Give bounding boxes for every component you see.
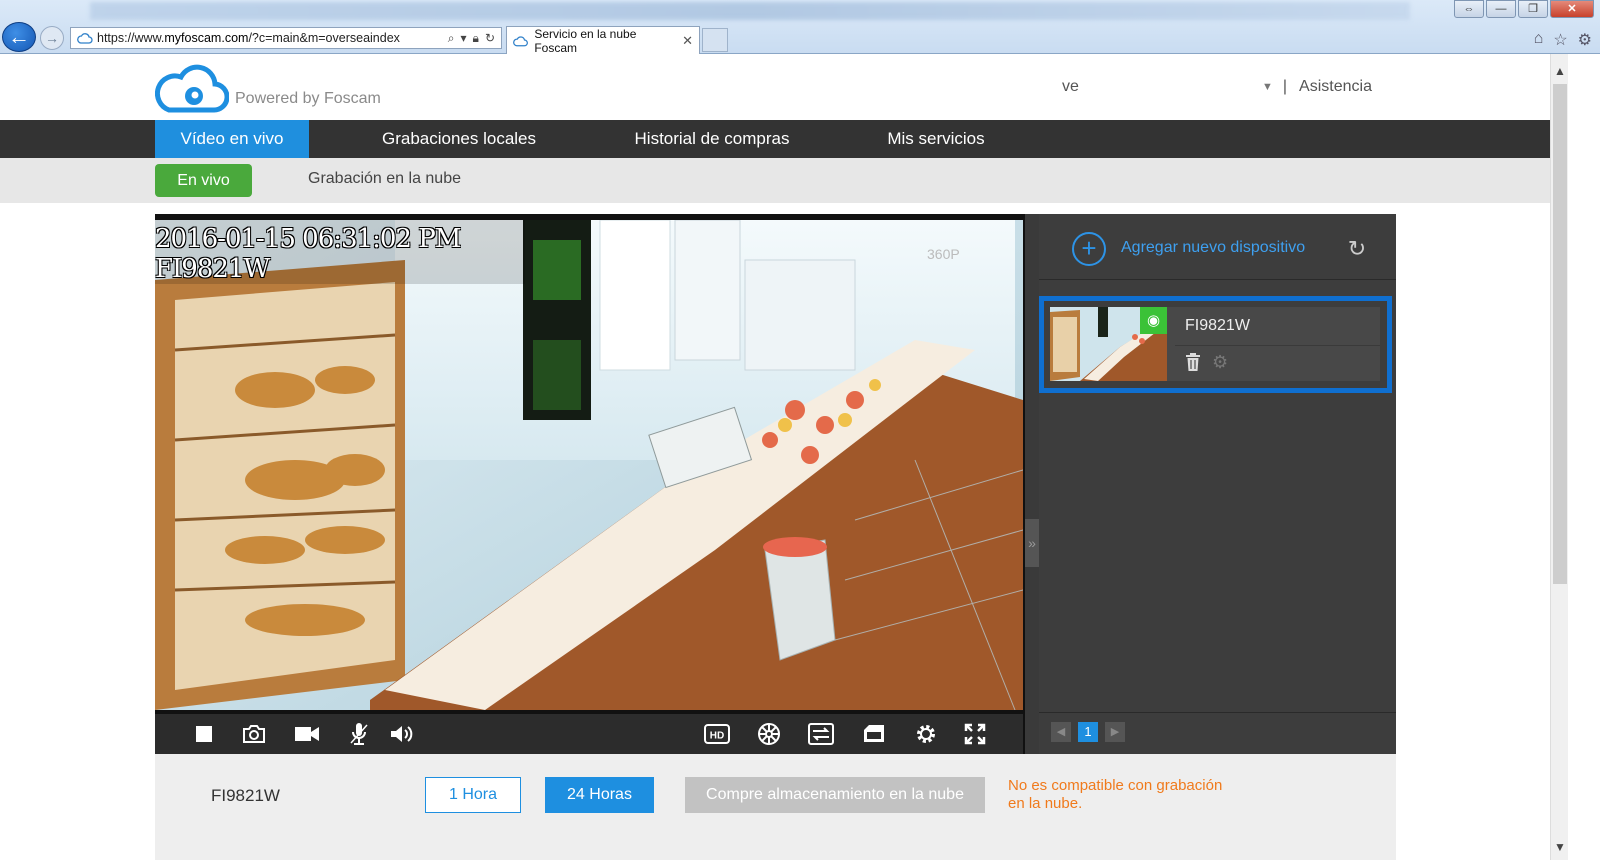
back-button[interactable]: ← (2, 22, 36, 52)
speaker-icon (391, 726, 413, 742)
stop-button[interactable] (190, 720, 218, 748)
tab-close-icon[interactable]: ✕ (682, 33, 693, 49)
flip-button[interactable] (807, 720, 835, 748)
microphone-button[interactable] (345, 720, 373, 748)
speaker-button[interactable] (388, 720, 416, 748)
url-text: https://www.myfoscam.com/?c=main&m=overs… (97, 31, 400, 45)
online-webcam-icon: ◉ (1140, 307, 1167, 334)
chevron-right-icon: » (1028, 535, 1036, 551)
cloud-tab-icon (513, 35, 528, 46)
device-card-divider (1175, 345, 1380, 346)
pager-next-button[interactable]: ▶ (1105, 722, 1125, 742)
window-edge (1568, 54, 1600, 860)
aperture-icon (758, 723, 780, 745)
selected-device-name: FI9821W (211, 786, 280, 805)
live-video-feed[interactable]: 2016-01-15 06:31:02 PM FI9821W 360P (155, 220, 1023, 710)
pager-current-page[interactable]: 1 (1078, 722, 1098, 742)
device-panel-header: + Agregar nuevo dispositivo ↻ (1039, 214, 1396, 280)
add-device-icon[interactable]: + (1072, 232, 1106, 266)
close-window-button[interactable]: ✕ (1550, 0, 1594, 18)
browser-toolbar-right: ⌂ ☆ ⚙ (1534, 30, 1592, 50)
trash-icon (1186, 353, 1200, 371)
ir-mode-button[interactable] (860, 720, 888, 748)
delete-device-button[interactable] (1185, 353, 1203, 373)
cloud-incompatible-warning: No es compatible con grabación en la nub… (1008, 777, 1223, 812)
settings-button[interactable] (912, 720, 940, 748)
buy-cloud-storage-button[interactable]: Compre almacenamiento en la nube (685, 777, 985, 813)
recording-bar: FI9821W 1 Hora 24 Horas Compre almacenam… (155, 754, 1396, 860)
device-card[interactable]: ◉ FI9821W ⚙ (1039, 296, 1392, 393)
device-card-body: ◉ FI9821W ⚙ (1050, 307, 1380, 381)
home-icon[interactable]: ⌂ (1534, 30, 1544, 50)
device-settings-gear-icon[interactable]: ⚙ (1212, 352, 1228, 373)
favorites-star-icon[interactable]: ☆ (1553, 30, 1567, 50)
flip-icon (808, 723, 834, 745)
dropdown-icon[interactable]: ▾ (461, 31, 467, 46)
panel-divider (1025, 214, 1039, 754)
cloud-favicon-icon (77, 33, 93, 44)
ir-mode-icon (864, 725, 884, 742)
address-bar[interactable]: https://www.myfoscam.com/?c=main&m=overs… (70, 27, 502, 49)
hd-icon: HD (704, 724, 730, 744)
snapshot-button[interactable] (240, 720, 268, 748)
browser-tab[interactable]: Servicio en la nube Foscam ✕ (506, 26, 700, 55)
device-thumbnail[interactable]: ◉ (1050, 307, 1167, 381)
video-frame-image (155, 220, 1023, 710)
reload-icon[interactable]: ↻ (485, 31, 495, 46)
tab-title: Servicio en la nube Foscam (534, 26, 637, 55)
browser-chrome: ⇔ — ❐ ✕ ← → https://www.myfoscam.com/?c=… (0, 0, 1600, 55)
microphone-icon (350, 723, 368, 745)
gear-icon (917, 725, 935, 743)
svg-text:HD: HD (710, 731, 724, 742)
maximize-button[interactable]: ❐ (1518, 0, 1548, 18)
scroll-up-icon[interactable]: ▲ (1554, 64, 1566, 78)
video-timestamp: 2016-01-15 06:31:02 PM (155, 224, 461, 254)
stop-icon (196, 726, 212, 742)
camera-icon (243, 725, 265, 743)
page-scrollbar[interactable]: ▲ ▼ (1550, 54, 1568, 860)
search-icon[interactable]: ⌕ (448, 31, 455, 46)
address-bar-icons: ⌕ ▾ 🔒︎ ↻ (448, 31, 501, 46)
window-title-blurred (90, 2, 1410, 20)
lock-icon[interactable]: 🔒︎ (473, 31, 479, 46)
add-device-link[interactable]: Agregar nuevo dispositivo (1121, 239, 1305, 257)
record-button[interactable] (293, 720, 321, 748)
back-arrow-icon: ← (8, 24, 30, 49)
new-tab-button[interactable] (702, 28, 728, 52)
video-resolution-label: 360P (927, 246, 960, 262)
video-overlay-text: 2016-01-15 06:31:02 PM FI9821W (155, 224, 461, 284)
scrollbar-thumb[interactable] (1553, 84, 1567, 584)
fullscreen-icon (964, 723, 986, 745)
forward-arrow-icon: → (45, 30, 59, 46)
video-player: 2016-01-15 06:31:02 PM FI9821W 360P HD (155, 214, 1025, 754)
one-hour-button[interactable]: 1 Hora (425, 777, 521, 813)
video-camera-icon (295, 727, 319, 741)
device-panel: + Agregar nuevo dispositivo ↻ ◉ FI9821W … (1039, 214, 1396, 754)
forward-button[interactable]: → (40, 26, 64, 50)
minimize-button[interactable]: — (1486, 0, 1516, 18)
refresh-icon[interactable]: ↻ (1344, 236, 1370, 262)
video-camera-name: FI9821W (155, 254, 270, 284)
window-controls: ⇔ — ❐ ✕ (1454, 0, 1594, 18)
restore-size-button[interactable]: ⇔ (1454, 0, 1484, 18)
device-name: FI9821W (1185, 317, 1250, 334)
tools-gear-icon[interactable]: ⚙ (1578, 30, 1592, 50)
device-pager: ◀ 1 ▶ (1039, 712, 1396, 754)
brightness-button[interactable] (755, 720, 783, 748)
content-area: 2016-01-15 06:31:02 PM FI9821W 360P HD »… (0, 54, 1550, 860)
scroll-down-icon[interactable]: ▼ (1554, 840, 1566, 854)
hd-button[interactable]: HD (703, 720, 731, 748)
pager-prev-button[interactable]: ◀ (1051, 722, 1071, 742)
collapse-panel-handle[interactable]: » (1025, 519, 1039, 567)
video-toolbar: HD (155, 714, 1023, 754)
fullscreen-button[interactable] (961, 720, 989, 748)
twenty-four-hours-button[interactable]: 24 Horas (545, 777, 654, 813)
